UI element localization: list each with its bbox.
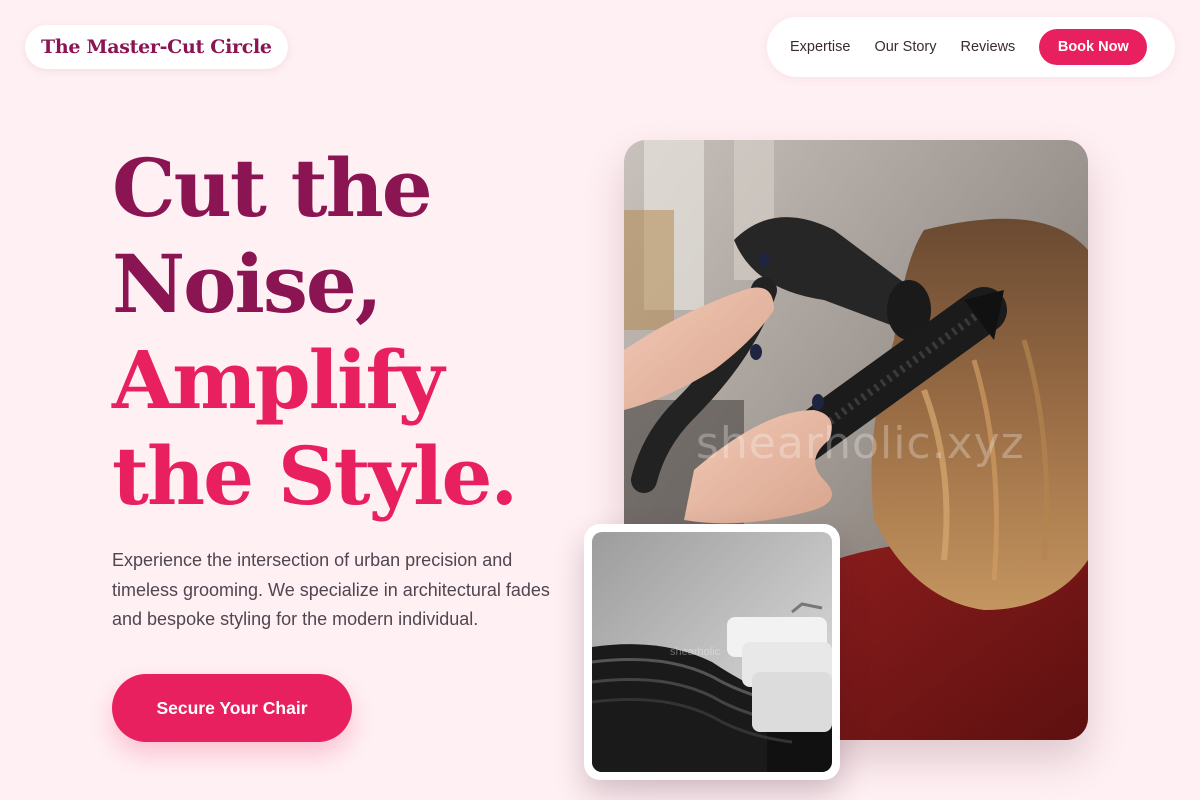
book-now-button[interactable]: Book Now: [1039, 29, 1148, 65]
nav-expertise[interactable]: Expertise: [790, 39, 850, 55]
main-image-watermark: shearholic.xyz: [696, 418, 1025, 469]
small-image-watermark: shearholic: [670, 646, 721, 658]
top-nav: Expertise Our Story Reviews Book Now: [767, 17, 1175, 77]
nav-our-story[interactable]: Our Story: [874, 39, 936, 55]
nav-reviews[interactable]: Reviews: [961, 39, 1016, 55]
headline-line-3: Amplify: [112, 333, 444, 427]
secondary-photo-card: shearholic: [584, 524, 840, 780]
headline-line-4: the Style.: [112, 429, 518, 523]
brand-name: The Master-Cut Circle: [41, 36, 272, 58]
brand-logo[interactable]: The Master-Cut Circle: [25, 25, 288, 69]
headline-line-2: Noise,: [112, 237, 383, 331]
headline-line-1: Cut the: [112, 141, 433, 235]
hero-description: Experience the intersection of urban pre…: [112, 550, 550, 629]
hero-headline: Cut the Noise, Amplify the Style.: [112, 140, 518, 524]
salon-chairs-photo: shearholic: [592, 532, 832, 772]
secure-your-chair-button[interactable]: Secure Your Chair: [112, 674, 352, 742]
